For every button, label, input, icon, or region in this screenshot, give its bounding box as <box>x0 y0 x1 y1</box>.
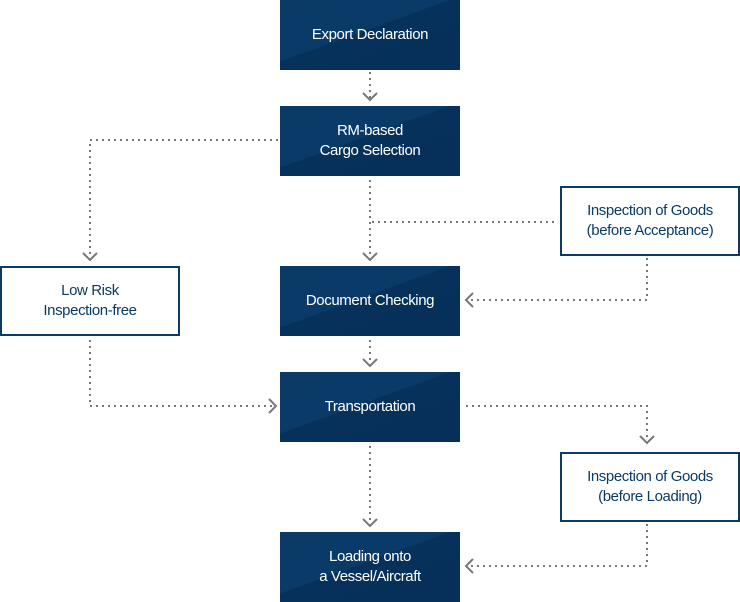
node-label: Transportation <box>324 398 416 415</box>
node-export-declaration: Export Declaration <box>280 0 460 70</box>
node-label: Inspection of Goods (before Loading) <box>587 468 713 505</box>
node-label: Export Declaration <box>311 26 429 43</box>
connector-inspection-loading-to-loading <box>468 524 648 567</box>
node-inspection-before-acceptance: Inspection of Goods (before Acceptance) <box>560 186 740 256</box>
node-label: Loading onto a Vessel/Aircraft <box>319 548 421 585</box>
node-low-risk-inspection-free: Low Risk Inspection-free <box>0 266 180 336</box>
connector-lowrisk-to-transportation <box>89 340 274 407</box>
arrow-down-icon <box>362 358 378 368</box>
connector-transportation-to-inspection-loading <box>466 405 648 440</box>
node-transportation: Transportation <box>280 372 460 442</box>
node-label: RM-based Cargo Selection <box>319 122 421 159</box>
connector-rm-to-lowrisk <box>89 139 278 258</box>
node-loading-vessel-aircraft: Loading onto a Vessel/Aircraft <box>280 532 460 602</box>
arrow-down-icon <box>362 252 378 262</box>
connector-inspection-acceptance-to-document <box>468 258 648 301</box>
node-label: Document Checking <box>305 292 435 309</box>
arrow-down-icon <box>82 252 98 262</box>
arrow-down-icon <box>639 435 655 445</box>
node-document-checking: Document Checking <box>280 266 460 336</box>
node-inspection-before-loading: Inspection of Goods (before Loading) <box>560 452 740 522</box>
node-label: Low Risk Inspection-free <box>43 282 137 319</box>
node-rm-based-cargo-selection: RM-based Cargo Selection <box>280 106 460 176</box>
node-label: Inspection of Goods (before Acceptance) <box>586 202 714 239</box>
arrow-down-icon <box>362 518 378 528</box>
